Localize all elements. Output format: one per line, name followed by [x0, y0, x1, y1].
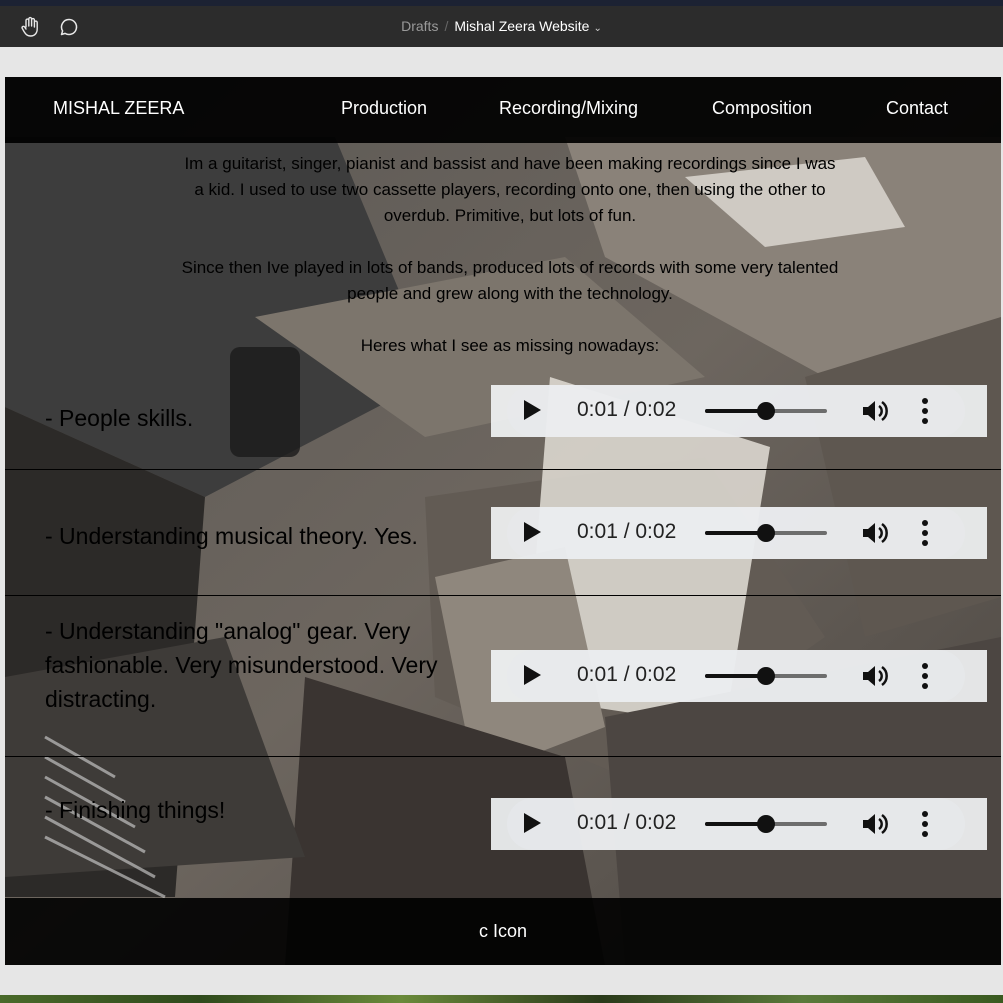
- nav-link-production[interactable]: Production: [341, 98, 427, 119]
- site-nav: MISHAL ZEERA Production Recording/Mixing…: [5, 77, 1001, 143]
- play-icon[interactable]: [524, 400, 541, 420]
- volume-icon[interactable]: [861, 662, 891, 690]
- audio-player[interactable]: 0:01 / 0:02: [491, 507, 987, 559]
- more-options-icon[interactable]: [921, 662, 929, 690]
- time-display: 0:01 / 0:02: [577, 811, 677, 834]
- chevron-down-icon[interactable]: ⌄: [593, 23, 601, 34]
- nav-link-recording-mixing[interactable]: Recording/Mixing: [499, 98, 638, 119]
- seek-thumb[interactable]: [757, 524, 775, 542]
- volume-icon[interactable]: [861, 397, 891, 425]
- time-display: 0:01 / 0:02: [577, 520, 677, 543]
- seek-thumb[interactable]: [757, 667, 775, 685]
- item-label: - Understanding "analog" gear. Very fash…: [45, 618, 438, 712]
- play-icon[interactable]: [524, 522, 541, 542]
- nav-link-composition[interactable]: Composition: [712, 98, 812, 119]
- item-label: - Finishing things!: [45, 797, 226, 823]
- intro-paragraph: Since then Ive played in lots of bands, …: [181, 258, 839, 303]
- seek-thumb[interactable]: [757, 402, 775, 420]
- time-display: 0:01 / 0:02: [577, 398, 677, 421]
- intro-heading: Heres what I see as missing nowadays:: [360, 336, 660, 355]
- audio-player[interactable]: 0:01 / 0:02: [491, 650, 987, 702]
- site-logo[interactable]: MISHAL ZEERA: [53, 98, 184, 119]
- seek-slider[interactable]: [705, 524, 827, 542]
- item-label: - Understanding musical theory. Yes.: [45, 523, 418, 549]
- more-options-icon[interactable]: [921, 519, 929, 547]
- seek-slider[interactable]: [705, 667, 827, 685]
- volume-icon[interactable]: [861, 810, 891, 838]
- seek-thumb[interactable]: [757, 815, 775, 833]
- volume-icon[interactable]: [861, 519, 891, 547]
- seek-slider[interactable]: [705, 402, 827, 420]
- editor-toolbar: Drafts / Mishal Zeera Website ⌄: [0, 6, 1003, 47]
- nav-link-contact[interactable]: Contact: [886, 98, 948, 119]
- seek-slider[interactable]: [705, 815, 827, 833]
- item-label: - People skills.: [45, 405, 194, 431]
- website-frame: MISHAL ZEERA Production Recording/Mixing…: [5, 77, 1001, 965]
- intro-paragraph: Im a guitarist, singer, pianist and bass…: [184, 154, 836, 225]
- footer-copyright: c Icon: [478, 921, 528, 941]
- more-options-icon[interactable]: [921, 397, 929, 425]
- breadcrumb: Drafts / Mishal Zeera Website ⌄: [0, 18, 1003, 34]
- play-icon[interactable]: [524, 665, 541, 685]
- time-display: 0:01 / 0:02: [577, 663, 677, 686]
- audio-player[interactable]: 0:01 / 0:02: [491, 385, 987, 437]
- desktop-strip-bottom: [0, 995, 1003, 1003]
- section-divider: [5, 595, 1001, 596]
- site-footer: c Icon: [5, 898, 1001, 965]
- section-divider: [5, 469, 1001, 470]
- more-options-icon[interactable]: [921, 810, 929, 838]
- breadcrumb-separator: /: [444, 18, 449, 34]
- breadcrumb-drafts[interactable]: Drafts: [401, 18, 438, 34]
- play-icon[interactable]: [524, 813, 541, 833]
- breadcrumb-current-file[interactable]: Mishal Zeera Website: [454, 18, 589, 34]
- section-divider: [5, 756, 1001, 757]
- audio-player[interactable]: 0:01 / 0:02: [491, 798, 987, 850]
